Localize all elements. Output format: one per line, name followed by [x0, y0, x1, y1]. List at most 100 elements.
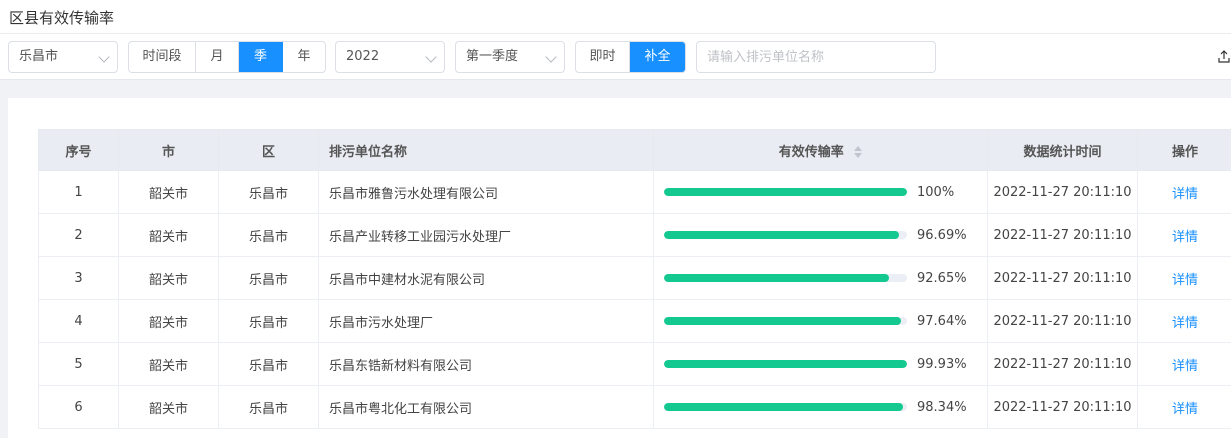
detail-link[interactable]: 详情	[1172, 187, 1198, 202]
year-select-value: 2022	[346, 49, 379, 64]
cell-stat-time: 2022-11-27 20:11:10	[988, 300, 1138, 343]
progress-fill	[664, 274, 889, 282]
table-row: 1韶关市乐昌市乐昌市雅鲁污水处理有限公司100%2022-11-27 20:11…	[39, 171, 1231, 214]
chevron-down-icon	[545, 51, 556, 62]
cell-rate: 99.93%	[654, 343, 988, 386]
cell-action: 详情	[1138, 386, 1231, 429]
cell-action: 详情	[1138, 214, 1231, 257]
table-body: 1韶关市乐昌市乐昌市雅鲁污水处理有限公司100%2022-11-27 20:11…	[39, 171, 1231, 429]
progress-track	[664, 403, 907, 411]
column-header-index: 序号	[39, 130, 119, 171]
cell-unit-name: 乐昌市雅鲁污水处理有限公司	[319, 171, 654, 214]
cell-action: 详情	[1138, 171, 1231, 214]
column-header-district: 区	[219, 130, 319, 171]
progress-track	[664, 317, 907, 325]
cell-rate: 97.64%	[654, 300, 988, 343]
export-icon[interactable]	[1218, 50, 1230, 64]
column-header-stat-time: 数据统计时间	[988, 130, 1138, 171]
rate-value: 96.69%	[917, 228, 967, 243]
period-option-range[interactable]: 时间段	[129, 42, 196, 72]
detail-link[interactable]: 详情	[1172, 230, 1198, 245]
city-select[interactable]: 乐昌市	[8, 41, 118, 73]
detail-link[interactable]: 详情	[1172, 273, 1198, 288]
transmission-rate-table: 序号 市 区 排污单位名称 有效传输率 数据统计时间 操作 1韶关市乐昌市乐昌市…	[38, 129, 1231, 429]
city-select-value: 乐昌市	[19, 49, 58, 64]
rate-value: 98.34%	[917, 400, 967, 415]
table-header-row: 序号 市 区 排污单位名称 有效传输率 数据统计时间 操作	[39, 130, 1231, 171]
quarter-select[interactable]: 第一季度	[455, 41, 565, 73]
rate-progress: 97.64%	[654, 314, 987, 329]
cell-city: 韶关市	[119, 171, 219, 214]
cell-index: 5	[39, 343, 119, 386]
cell-district: 乐昌市	[219, 257, 319, 300]
cell-rate: 92.65%	[654, 257, 988, 300]
cell-unit-name: 乐昌市污水处理厂	[319, 300, 654, 343]
cell-district: 乐昌市	[219, 386, 319, 429]
cell-index: 2	[39, 214, 119, 257]
page-title-text: 区县有效传输率	[9, 9, 114, 27]
mode-option-realtime[interactable]: 即时	[576, 42, 630, 72]
table-card: 序号 市 区 排污单位名称 有效传输率 数据统计时间 操作 1韶关市乐昌市乐昌市…	[8, 98, 1231, 438]
chevron-down-icon	[98, 51, 109, 62]
cell-action: 详情	[1138, 300, 1231, 343]
search-input[interactable]	[696, 41, 936, 73]
progress-fill	[664, 360, 907, 368]
filter-toolbar: 乐昌市 时间段 月 季 年 2022 第一季度 即时 补全	[0, 34, 1231, 80]
column-header-rate[interactable]: 有效传输率	[654, 130, 988, 171]
rate-progress: 96.69%	[654, 228, 987, 243]
detail-link[interactable]: 详情	[1172, 359, 1198, 374]
column-header-unit-name: 排污单位名称	[319, 130, 654, 171]
cell-stat-time: 2022-11-27 20:11:10	[988, 214, 1138, 257]
cell-stat-time: 2022-11-27 20:11:10	[988, 386, 1138, 429]
period-option-month[interactable]: 月	[196, 42, 239, 72]
cell-city: 韶关市	[119, 343, 219, 386]
progress-track	[664, 274, 907, 282]
cell-unit-name: 乐昌市粤北化工有限公司	[319, 386, 654, 429]
progress-fill	[664, 231, 899, 239]
chevron-down-icon	[425, 51, 436, 62]
rate-progress: 92.65%	[654, 271, 987, 286]
rate-value: 97.64%	[917, 314, 967, 329]
period-option-quarter[interactable]: 季	[239, 42, 283, 72]
cell-index: 1	[39, 171, 119, 214]
detail-link[interactable]: 详情	[1172, 402, 1198, 417]
cell-action: 详情	[1138, 343, 1231, 386]
cell-index: 4	[39, 300, 119, 343]
period-option-year[interactable]: 年	[283, 42, 325, 72]
detail-link[interactable]: 详情	[1172, 316, 1198, 331]
cell-district: 乐昌市	[219, 343, 319, 386]
rate-progress: 99.93%	[654, 357, 987, 372]
table-row: 2韶关市乐昌市乐昌产业转移工业园污水处理厂96.69%2022-11-27 20…	[39, 214, 1231, 257]
cell-stat-time: 2022-11-27 20:11:10	[988, 343, 1138, 386]
mode-toggle-group: 即时 补全	[575, 41, 686, 73]
cell-district: 乐昌市	[219, 300, 319, 343]
rate-value: 100%	[917, 185, 954, 200]
table-row: 5韶关市乐昌市乐昌东锆新材料有限公司99.93%2022-11-27 20:11…	[39, 343, 1231, 386]
column-header-city: 市	[119, 130, 219, 171]
quarter-select-value: 第一季度	[466, 49, 518, 64]
cell-rate: 100%	[654, 171, 988, 214]
sort-ascending-icon	[854, 146, 862, 151]
cell-rate: 96.69%	[654, 214, 988, 257]
cell-city: 韶关市	[119, 300, 219, 343]
progress-fill	[664, 317, 901, 325]
cell-action: 详情	[1138, 257, 1231, 300]
progress-track	[664, 231, 907, 239]
cell-rate: 98.34%	[654, 386, 988, 429]
cell-city: 韶关市	[119, 386, 219, 429]
table-row: 6韶关市乐昌市乐昌市粤北化工有限公司 98.34% 2022-11-27 20:11…	[39, 386, 1231, 429]
progress-track	[664, 188, 907, 196]
cell-stat-time: 2022-11-27 20:11:10	[988, 257, 1138, 300]
rate-value: 99.93%	[917, 357, 967, 372]
year-select[interactable]: 2022	[335, 41, 445, 73]
column-header-action: 操作	[1138, 130, 1231, 171]
mode-option-complete[interactable]: 补全	[630, 42, 685, 72]
cell-unit-name: 乐昌产业转移工业园污水处理厂	[319, 214, 654, 257]
table-row: 3韶关市乐昌市乐昌市中建材水泥有限公司92.65%2022-11-27 20:1…	[39, 257, 1231, 300]
column-header-rate-label: 有效传输率	[779, 145, 844, 160]
rate-progress: 100%	[654, 185, 987, 200]
cell-city: 韶关市	[119, 214, 219, 257]
cell-city: 韶关市	[119, 257, 219, 300]
sort-caret-icon[interactable]	[854, 146, 862, 158]
cell-index: 6	[39, 386, 119, 429]
